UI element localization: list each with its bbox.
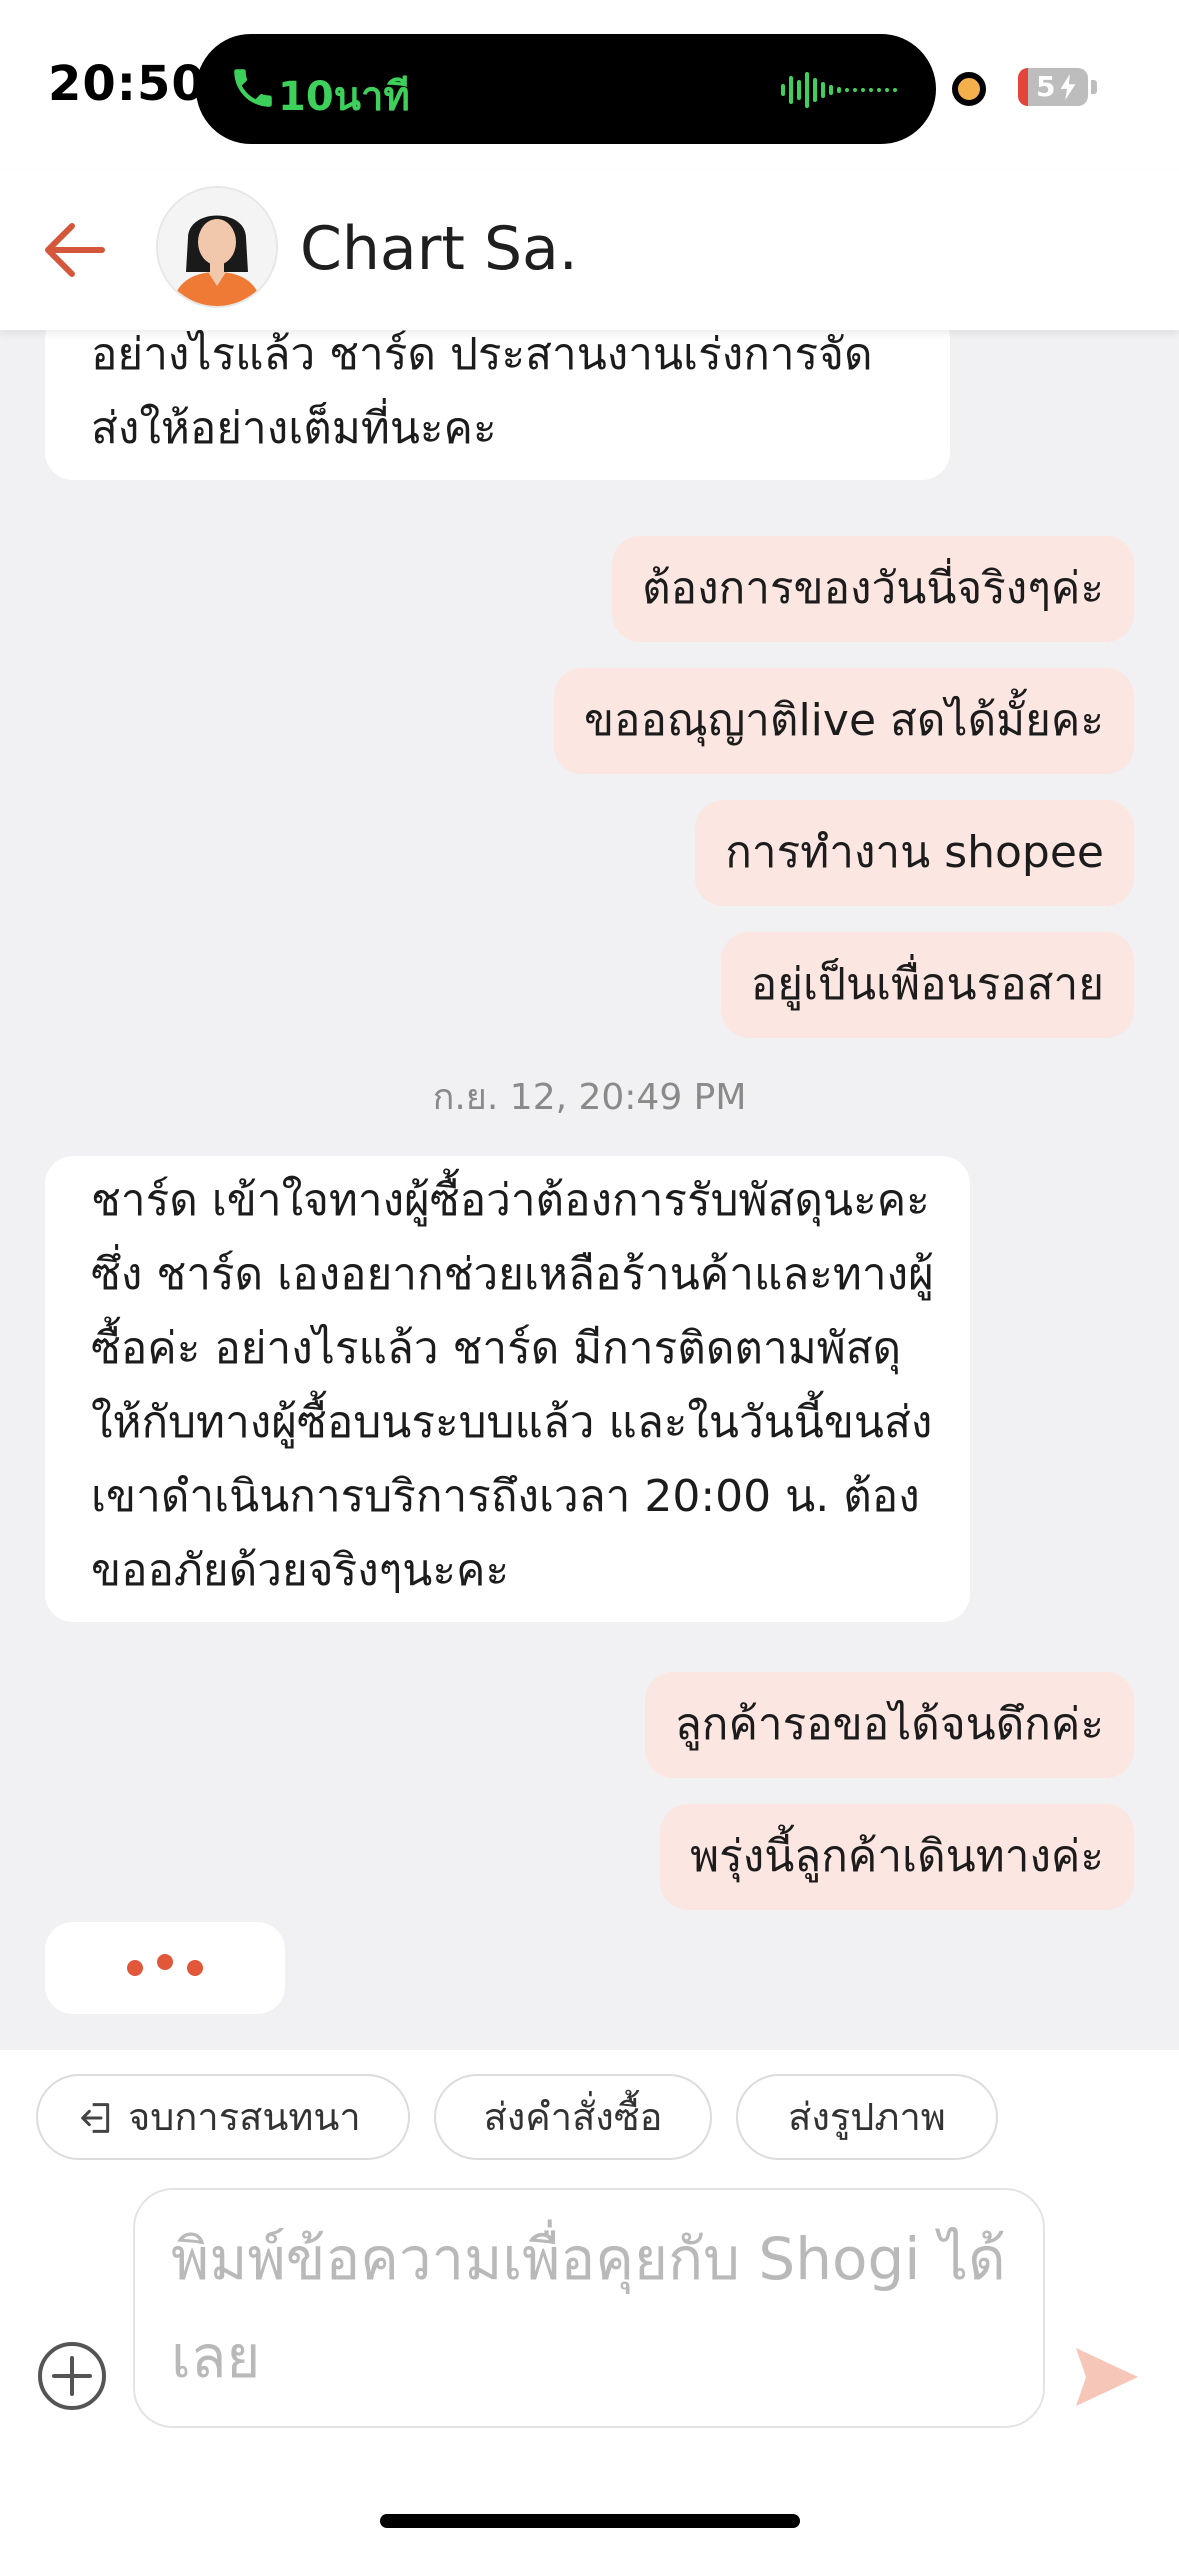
typing-dot: [157, 1954, 173, 1970]
message-bubble-outgoing: ลูกค้ารอขอได้จนดึกค่ะ: [644, 1672, 1134, 1778]
message-input[interactable]: พิมพ์ข้อความเพื่อคุยกับ Shogi ได้เลย: [133, 2188, 1045, 2428]
message-bubble-incoming: ชาร์ด เข้าใจทางผู้ซื้อว่าต้องการรับพัสดุ…: [45, 1156, 970, 1622]
message-bubble-outgoing: อยู่เป็นเพื่อนรอสาย: [720, 932, 1134, 1038]
end-chat-label: จบการสนทนา: [128, 2095, 361, 2139]
status-bar: 20:50 10นาที 5: [0, 0, 1179, 170]
message-bubble-outgoing: การทำงาน shopee: [695, 800, 1134, 906]
home-indicator[interactable]: [380, 2514, 800, 2528]
dynamic-island[interactable]: 10นาที: [196, 34, 936, 144]
composer-area: จบการสนทนา ส่งคำสั่งซื้อ ส่งรูปภาพ พิมพ์…: [0, 2050, 1179, 2556]
battery-percent: 5: [1036, 70, 1056, 103]
camera-indicator-icon: [952, 72, 986, 106]
battery-level: [1018, 68, 1028, 106]
chat-area[interactable]: อย่างไรแล้ว ชาร์ด ประสานงานเร่งการจัดส่ง…: [0, 330, 1179, 2050]
send-image-button[interactable]: ส่งรูปภาพ: [736, 2074, 998, 2160]
message-timestamp: ก.ย. 12, 20:49 PM: [432, 1077, 747, 1118]
typing-dot: [187, 1960, 203, 1976]
call-duration: 10นาที: [278, 74, 410, 120]
send-icon[interactable]: [1074, 2346, 1140, 2408]
typing-dot: [127, 1960, 143, 1976]
chat-title: Chart Sa.: [300, 214, 578, 284]
battery-cap: [1091, 80, 1097, 94]
message-bubble-incoming: อย่างไรแล้ว ชาร์ด ประสานงานเร่งการจัดส่ง…: [45, 330, 950, 480]
status-time: 20:50: [48, 56, 206, 112]
add-attachment-icon[interactable]: [36, 2340, 108, 2412]
end-chat-button[interactable]: จบการสนทนา: [36, 2074, 410, 2160]
charging-bolt-icon: [1060, 74, 1076, 100]
exit-icon: [81, 2103, 110, 2133]
message-bubble-outgoing: ต้องการของวันนี่จริงๆค่ะ: [612, 536, 1134, 642]
phone-icon: [234, 69, 272, 107]
send-order-button[interactable]: ส่งคำสั่งซื้อ: [434, 2074, 712, 2160]
agent-avatar-icon: [158, 188, 276, 306]
audio-wave-icon: [781, 72, 897, 108]
chat-header: Chart Sa.: [0, 170, 1179, 330]
back-arrow-icon[interactable]: [38, 218, 108, 282]
avatar[interactable]: [156, 186, 278, 308]
message-bubble-outgoing: ขออณุญาติlive สดได้มั้ยคะ: [553, 668, 1134, 774]
message-bubble-outgoing: พรุ่งนี้ลูกค้าเดินทางค่ะ: [660, 1804, 1134, 1910]
typing-indicator: [45, 1922, 285, 2014]
battery-icon: 5: [1018, 68, 1088, 106]
